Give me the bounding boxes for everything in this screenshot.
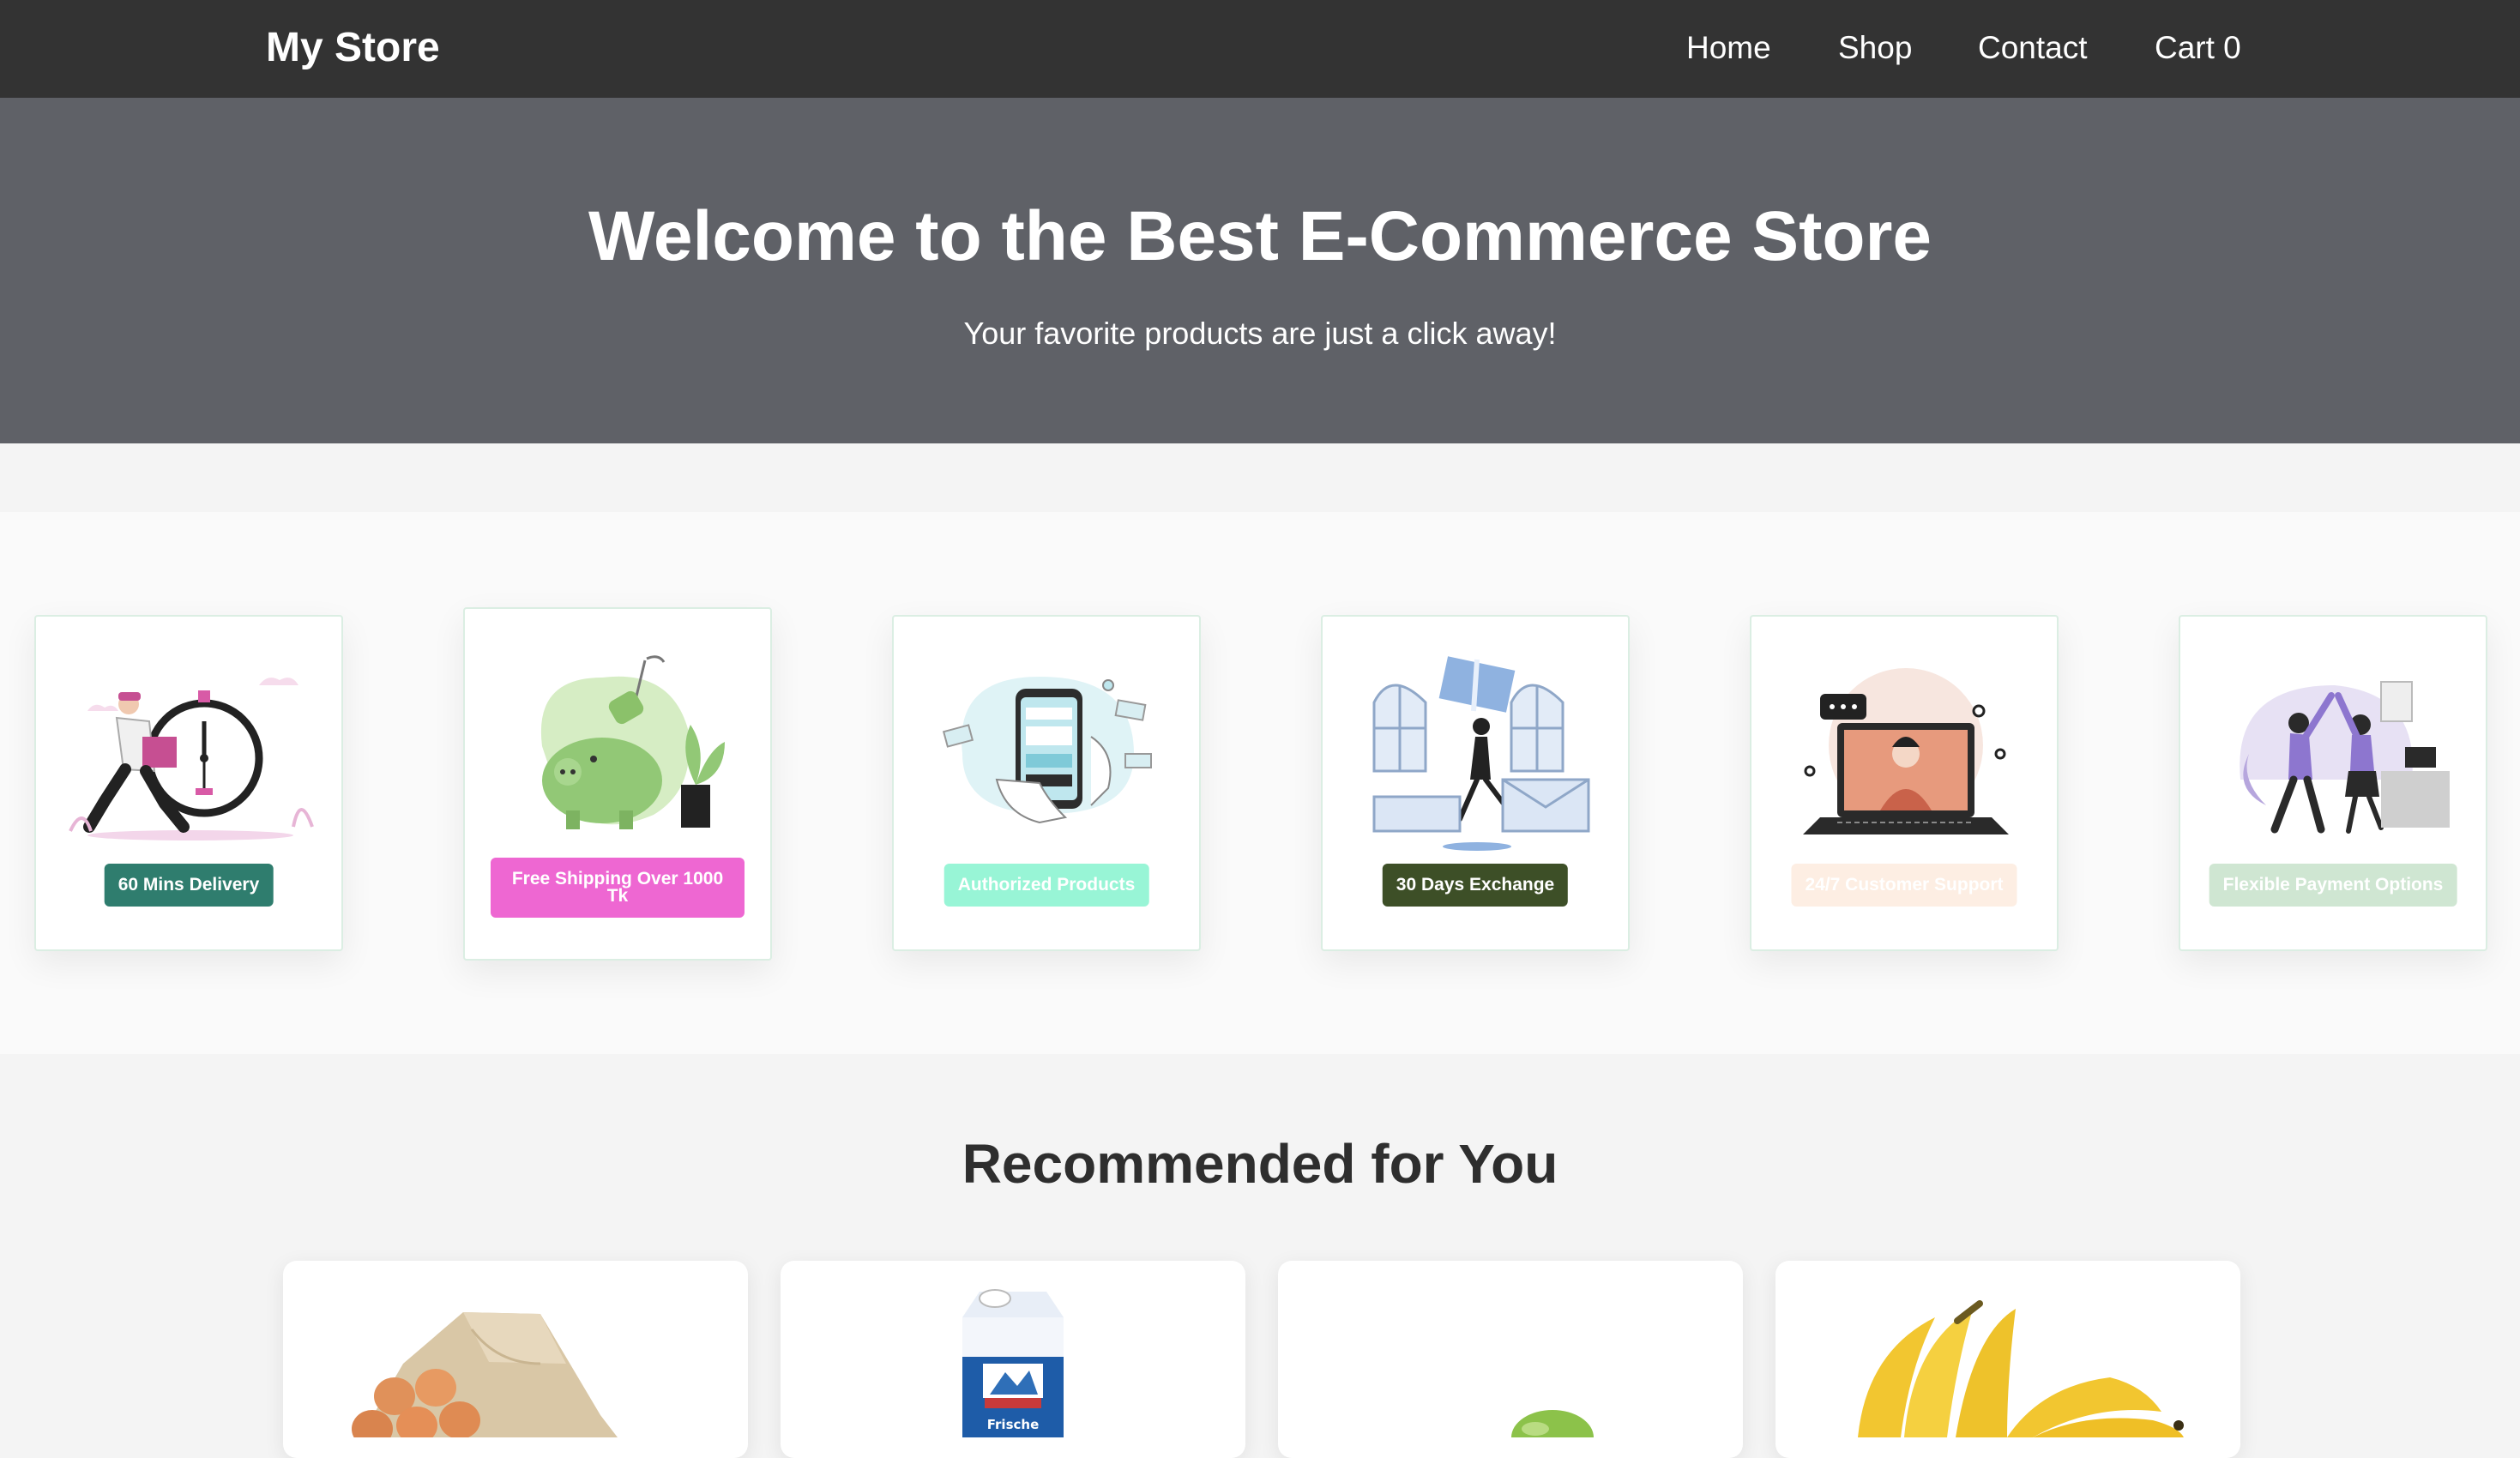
hero-banner: Welcome to the Best E-Commerce Store You… xyxy=(0,98,2520,443)
navbar: My Store Home Shop Contact Cart 0 xyxy=(0,0,2520,98)
phone-payment-icon xyxy=(942,677,1152,824)
milk-carton-image: Frische xyxy=(962,1289,1064,1437)
feature-badge: 60 Mins Delivery xyxy=(104,864,274,907)
feature-badge: Free Shipping Over 1000 Tk xyxy=(491,858,745,918)
nav-home-link[interactable]: Home xyxy=(1686,26,1771,70)
recommended-title: Recommended for You xyxy=(962,1133,1558,1195)
high-five-icon xyxy=(2240,681,2450,834)
features-section: 60 Mins Delivery Free Shipping Over 1000… xyxy=(0,512,2520,1054)
feature-card-free-shipping[interactable]: Free Shipping Over 1000 Tk xyxy=(463,607,772,961)
product-card-eggs[interactable] xyxy=(283,1261,748,1458)
product-card-milk[interactable]: Frische xyxy=(781,1261,1245,1458)
delivery-clock-icon xyxy=(69,678,314,840)
product-card-bananas[interactable] xyxy=(1775,1261,2240,1458)
nav-cart-link[interactable]: Cart 0 xyxy=(2155,26,2241,70)
support-laptop-icon xyxy=(1803,668,2009,834)
product-card-apple[interactable] xyxy=(1278,1261,1743,1458)
feature-card-authorized[interactable]: Authorized Products xyxy=(892,615,1201,951)
hero-subtitle: Your favorite products are just a click … xyxy=(963,316,1557,351)
feature-card-exchange[interactable]: 30 Days Exchange xyxy=(1321,615,1630,951)
feature-card-support[interactable]: 24/7 Customer Support xyxy=(1750,615,2059,951)
bananas-image xyxy=(1858,1300,2184,1437)
feature-card-payment[interactable]: Flexible Payment Options xyxy=(2179,615,2487,951)
piggy-bank-icon xyxy=(540,655,725,829)
gift-exchange-icon xyxy=(1372,656,1590,851)
green-apple-image xyxy=(1511,1410,1594,1437)
hero-title: Welcome to the Best E-Commerce Store xyxy=(588,197,1932,275)
milk-carton-text: Frische xyxy=(987,1417,1040,1432)
feature-badge: Flexible Payment Options xyxy=(2209,864,2457,907)
feature-badge: 30 Days Exchange xyxy=(1382,864,1569,907)
feature-badge: 24/7 Customer Support xyxy=(1791,864,2017,907)
nav-contact-link[interactable]: Contact xyxy=(1978,26,2088,70)
store-logo[interactable]: My Store xyxy=(266,22,440,74)
feature-badge: Authorized Products xyxy=(943,864,1149,907)
eggs-tray-image xyxy=(352,1312,618,1437)
feature-card-delivery[interactable]: 60 Mins Delivery xyxy=(34,615,343,951)
nav-shop-link[interactable]: Shop xyxy=(1838,26,1912,70)
